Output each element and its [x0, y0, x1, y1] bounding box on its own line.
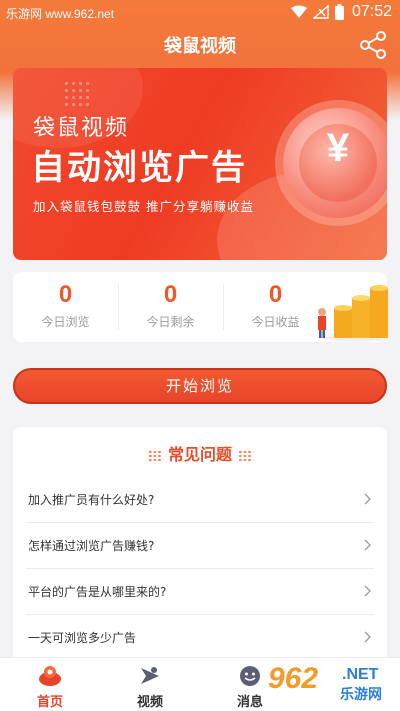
page-title: 袋鼠视频	[164, 36, 236, 57]
tab-home[interactable]: 首页	[10, 658, 90, 711]
tab-video[interactable]: 视频	[110, 658, 190, 711]
signal-icon	[312, 5, 329, 19]
status-icons: 07:52	[290, 3, 392, 21]
video-icon	[141, 667, 159, 684]
dots-decoration	[238, 449, 252, 462]
faq-question: 加入推广员有什么好处?	[28, 493, 155, 507]
faq-item[interactable]: 怎样通过浏览广告赚钱?	[26, 523, 374, 569]
faq-item[interactable]: 平台的广告是从哪里来的?	[26, 569, 374, 615]
stat-remaining-today: 0 今日剩余	[118, 272, 223, 342]
battery-icon	[334, 4, 344, 20]
watermark-domain: .NET	[342, 666, 379, 683]
faq-header: 常见问题	[13, 441, 387, 465]
status-time: 07:52	[351, 3, 392, 20]
faq-question: 怎样通过浏览广告赚钱?	[28, 539, 155, 553]
yen-coin-icon: ¥	[283, 108, 387, 218]
faq-title: 常见问题	[167, 445, 232, 464]
stat-label: 今日浏览	[41, 315, 90, 329]
stat-value: 0	[163, 281, 178, 308]
tab-label: 首页	[36, 695, 63, 710]
faq-item[interactable]: 一天可浏览多少广告	[26, 615, 374, 661]
stat-views-today: 0 今日浏览	[13, 272, 118, 342]
title-bar: 袋鼠视频	[0, 26, 400, 62]
watermark-number: 962	[268, 662, 319, 695]
chevron-right-icon	[364, 539, 371, 551]
stat-value: 0	[58, 281, 73, 308]
promo-banner[interactable]: 袋鼠视频 自动浏览广告 加入袋鼠钱包鼓鼓 推广分享躺赚收益 ¥	[13, 68, 387, 260]
banner-dots	[63, 80, 93, 110]
status-bar: 乐游网 www.962.net 07:52	[0, 0, 400, 26]
stat-label: 今日剩余	[146, 315, 195, 329]
faq-item[interactable]: 加入推广员有什么好处?	[26, 477, 374, 523]
faq-list: 加入推广员有什么好处? 怎样通过浏览广告赚钱? 平台的广告是从哪里来的? 一天可…	[13, 477, 387, 661]
faq-question: 一天可浏览多少广告	[28, 631, 137, 645]
faq-question: 平台的广告是从哪里来的?	[28, 585, 167, 599]
chevron-right-icon	[364, 493, 371, 505]
faq-card: 常见问题 加入推广员有什么好处? 怎样通过浏览广告赚钱? 平台的广告是从哪里来的…	[13, 427, 387, 667]
chevron-right-icon	[364, 585, 371, 597]
banner-headline: 自动浏览广告	[31, 148, 247, 188]
dots-decoration	[147, 449, 162, 462]
banner-subtitle: 加入袋鼠钱包鼓鼓 推广分享躺赚收益	[33, 199, 254, 214]
watermark-logo: 962 .NET 乐游网	[252, 660, 400, 711]
watermark-text: 乐游网 www.962.net	[6, 7, 115, 21]
chevron-right-icon	[364, 631, 371, 643]
watermark-name: 乐游网	[340, 687, 382, 703]
coin-stack-illustration	[318, 285, 388, 341]
home-icon	[39, 666, 61, 686]
wifi-icon	[290, 5, 307, 18]
share-icon[interactable]	[358, 30, 388, 60]
start-browsing-button[interactable]: 开始浏览	[13, 368, 387, 404]
coin-symbol: ¥	[326, 126, 350, 170]
banner-title: 袋鼠视频	[33, 116, 130, 141]
tab-label: 视频	[136, 695, 163, 710]
